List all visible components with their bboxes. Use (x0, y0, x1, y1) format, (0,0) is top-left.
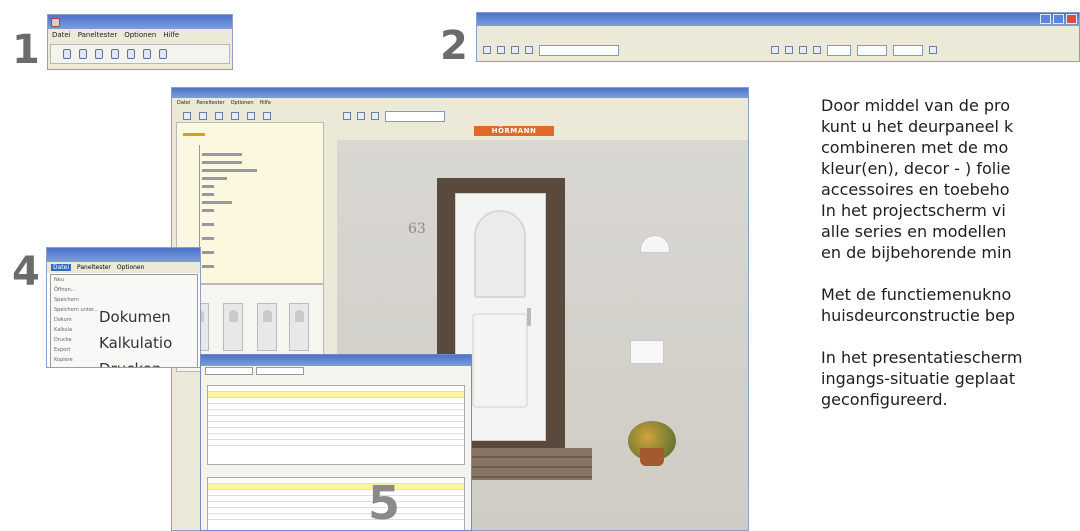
step-number-2: 2 (440, 23, 468, 69)
color-icon[interactable] (111, 49, 119, 59)
height-field[interactable] (893, 44, 923, 56)
menu-paneltester[interactable]: Paneltester (196, 100, 224, 106)
menubar: Datei Paneltester Optionen Hilfe (172, 98, 748, 107)
zoomed-menu-print[interactable]: Drucken... (99, 360, 176, 367)
app-icon (51, 17, 60, 27)
close-icon[interactable] (1066, 14, 1077, 24)
view-toolbar (477, 41, 1079, 59)
menu-optionen[interactable]: Optionen (124, 31, 156, 39)
model-thumbnail[interactable] (257, 303, 277, 351)
step-number-4: 4 (12, 249, 40, 295)
background-select[interactable] (539, 44, 619, 56)
door-icon[interactable] (199, 112, 207, 120)
plant-pot (640, 448, 664, 466)
lock-icon[interactable] (143, 49, 151, 59)
accessory-icon[interactable] (127, 49, 135, 59)
zoomed-menu-documents[interactable]: Dokumen (99, 308, 171, 326)
menu-item-new[interactable]: Neu (51, 275, 197, 285)
model-thumbnail[interactable] (223, 303, 243, 351)
print-icon[interactable] (371, 112, 379, 120)
window-titlebar (48, 15, 232, 29)
description-text: Door middel van de pro kunt u het deurpa… (821, 95, 1080, 531)
paragraph-2: Met de functiemenukno huisdeurconstructi… (821, 285, 1016, 325)
mailbox (630, 340, 664, 364)
step-number-1: 1 (12, 27, 40, 73)
accessory-icon[interactable] (247, 112, 255, 120)
open-icon[interactable] (483, 46, 491, 54)
door-glass (474, 210, 526, 298)
dialog-tabs (201, 366, 471, 376)
zoom-icon[interactable] (771, 46, 779, 54)
menu-datei[interactable]: Datei (177, 100, 190, 106)
menu-hilfe[interactable]: Hilfe (260, 100, 271, 106)
price-table-bottom (207, 477, 465, 530)
menu-hilfe[interactable]: Hilfe (163, 31, 179, 39)
measure-icon[interactable] (929, 46, 937, 54)
view-toolbar-window (476, 12, 1080, 62)
menu-item-save[interactable]: Speichern (51, 295, 197, 305)
view-toolbar (337, 110, 747, 122)
menubar: Datei Paneltester Optionen (47, 262, 200, 273)
toolbar (50, 44, 230, 64)
door-icon[interactable] (79, 49, 87, 59)
settings-icon[interactable] (263, 112, 271, 120)
open-icon[interactable] (343, 112, 351, 120)
handle-icon[interactable] (95, 49, 103, 59)
handle-icon[interactable] (215, 112, 223, 120)
fit-icon[interactable] (785, 46, 793, 54)
background-select[interactable] (385, 110, 445, 122)
calculation-dialog (200, 354, 472, 531)
minimize-icon[interactable] (1040, 14, 1051, 24)
file-menu-window: Datei Paneltester Optionen Neu Öffnen...… (46, 247, 201, 368)
window-titlebar (47, 248, 200, 262)
tab-details[interactable] (256, 367, 304, 375)
save-icon[interactable] (357, 112, 365, 120)
menu-datei[interactable]: Datei (52, 31, 71, 39)
scale-select[interactable] (827, 44, 851, 56)
step-number-5: 5 (368, 476, 401, 530)
paragraph-3: In het presentatiescherm ingangs-situati… (821, 348, 1023, 409)
menu-paneltester[interactable]: Paneltester (77, 264, 111, 271)
grid-icon[interactable] (813, 46, 821, 54)
house-number: 63 (408, 221, 426, 237)
menu-optionen[interactable]: Optionen (117, 264, 145, 271)
save-icon[interactable] (497, 46, 505, 54)
toolbar-screenshot-window: Datei Paneltester Optionen Hilfe (47, 14, 233, 70)
menu-datei[interactable]: Datei (51, 264, 72, 271)
tab-overview[interactable] (205, 367, 253, 375)
window-titlebar (172, 88, 748, 98)
menu-item-open[interactable]: Öffnen... (51, 285, 197, 295)
maximize-icon[interactable] (1053, 14, 1064, 24)
zoomed-menu-calculation[interactable]: Kalkulatio (99, 334, 172, 352)
paragraph-1: Door middel van de pro kunt u het deurpa… (821, 96, 1014, 262)
settings-icon[interactable] (159, 49, 167, 59)
menubar: Datei Paneltester Optionen Hilfe (48, 29, 232, 41)
door-panel (472, 313, 528, 408)
door-handle (527, 308, 531, 326)
brand-logo: HÖRMANN (474, 126, 554, 136)
mirror-icon[interactable] (799, 46, 807, 54)
view-icon[interactable] (525, 46, 533, 54)
window-titlebar (477, 13, 1079, 26)
model-thumbnail[interactable] (289, 303, 309, 351)
width-field[interactable] (857, 44, 887, 56)
menu-paneltester[interactable]: Paneltester (78, 31, 118, 39)
panel-icon[interactable] (63, 49, 71, 59)
toolbar (175, 110, 325, 122)
dialog-titlebar (201, 355, 471, 366)
panel-icon[interactable] (183, 112, 191, 120)
print-icon[interactable] (511, 46, 519, 54)
color-icon[interactable] (231, 112, 239, 120)
price-table-top (207, 385, 465, 465)
menu-optionen[interactable]: Optionen (231, 100, 254, 106)
